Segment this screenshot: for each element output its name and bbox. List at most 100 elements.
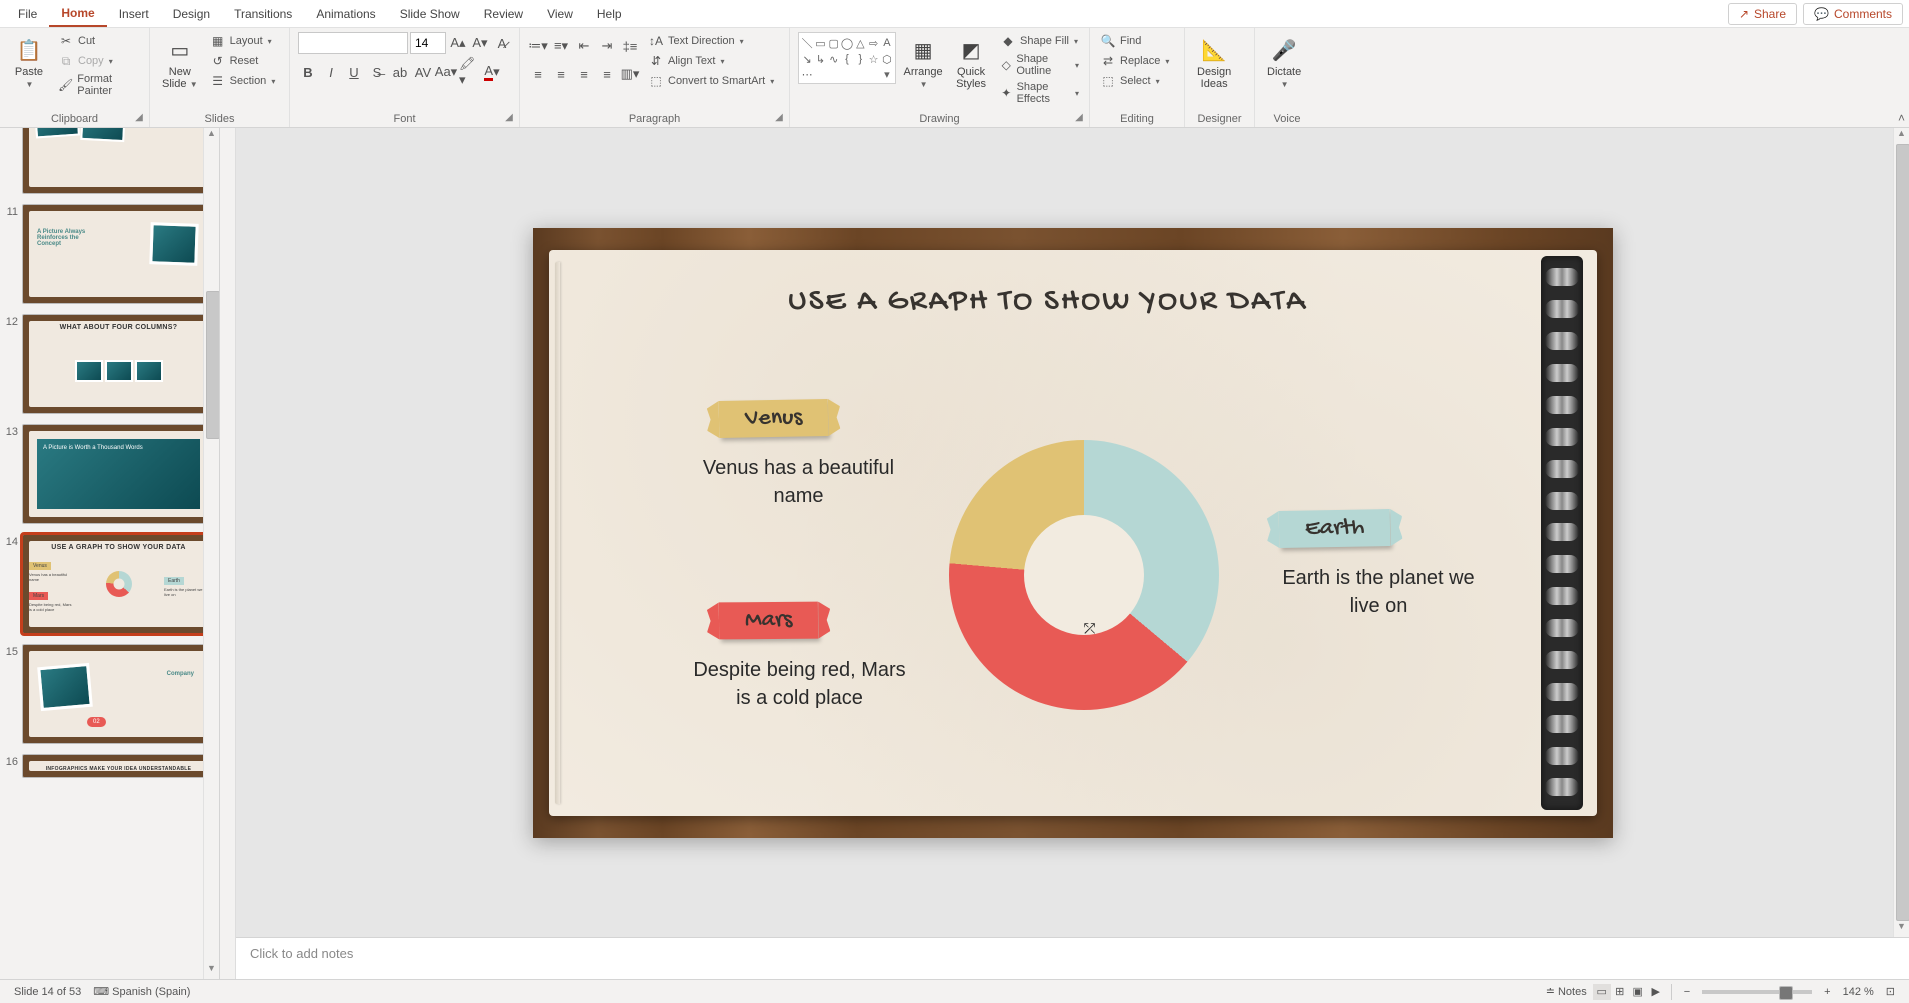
strikethrough-button[interactable]: S̶ [367,62,387,82]
columns-button[interactable]: ▥▾ [620,64,640,84]
thumbnail-scrollbar[interactable]: ▲ ▼ [203,128,219,979]
slide[interactable]: USE A GRAPH TO SHOW YOUR DATA Venus Venu… [533,228,1613,838]
venus-label-tape[interactable]: Venus [718,399,828,438]
splitter[interactable] [220,128,236,979]
increase-indent-button[interactable]: ⇥ [597,36,617,56]
tab-review[interactable]: Review [472,2,535,26]
tab-home[interactable]: Home [49,1,106,27]
donut-chart[interactable] [949,440,1219,710]
paragraph-dialog-launcher[interactable]: ◢ [772,110,786,124]
replace-button[interactable]: ⇄Replace▾ [1098,52,1171,70]
numbering-button[interactable]: ≡▾ [551,36,571,56]
fit-to-window-button[interactable]: ⊡ [1880,985,1901,998]
slide-editor[interactable]: USE A GRAPH TO SHOW YOUR DATA Venus Venu… [236,128,1909,937]
quick-styles-button[interactable]: ◩ Quick Styles [950,32,992,92]
decrease-indent-button[interactable]: ⇤ [574,36,594,56]
clear-formatting-button[interactable]: A̷ [492,33,512,53]
arrange-button[interactable]: ▦ Arrange▼ [902,32,944,92]
tab-design[interactable]: Design [161,2,222,26]
tab-slide-show[interactable]: Slide Show [388,2,472,26]
section-button[interactable]: ☰Section▾ [208,72,278,90]
font-color-button[interactable]: A▾ [482,62,502,82]
shadow-button[interactable]: ab [390,62,410,82]
slide-sorter-view-button[interactable]: ⊞ [1611,984,1629,1000]
justify-button[interactable]: ≡ [597,64,617,84]
tab-animations[interactable]: Animations [304,2,387,26]
tab-view[interactable]: View [535,2,585,26]
layout-button[interactable]: ▦Layout▾ [208,32,278,50]
convert-smartart-button[interactable]: ⬚Convert to SmartArt▾ [646,72,776,90]
share-button[interactable]: ↗Share [1728,3,1797,25]
scroll-up-icon[interactable]: ▲ [204,128,219,144]
highlight-button[interactable]: 🖍▾ [459,62,479,82]
reading-view-button[interactable]: ▣ [1629,984,1647,1000]
change-case-button[interactable]: Aa▾ [436,62,456,82]
decrease-font-button[interactable]: A▾ [470,33,490,53]
line-spacing-button[interactable]: ‡≡ [620,36,640,56]
mars-description[interactable]: Despite being red, Mars is a cold place [685,656,915,712]
cut-button[interactable]: ✂Cut [56,32,141,50]
copy-button[interactable]: ⧉Copy▾ [56,52,141,70]
scroll-up-icon[interactable]: ▲ [1894,128,1909,144]
scrollbar-thumb[interactable] [1896,144,1909,921]
tab-file[interactable]: File [6,2,49,26]
underline-button[interactable]: U [344,62,364,82]
slide-thumbnail-15[interactable]: Company 02 [22,644,215,744]
align-left-button[interactable]: ≡ [528,64,548,84]
collapse-ribbon-button[interactable]: ˄ [1898,111,1905,125]
venus-description[interactable]: Venus has a beautiful name [699,454,899,510]
select-button[interactable]: ⬚Select▾ [1098,72,1171,90]
notes-pane[interactable]: Click to add notes [236,937,1909,979]
align-text-button[interactable]: ⇵Align Text▾ [646,52,776,70]
gallery-expand-icon[interactable]: ▾ [881,67,893,81]
scrollbar-thumb[interactable] [206,291,220,438]
scroll-down-icon[interactable]: ▼ [1894,921,1909,937]
slide-thumbnail-13[interactable]: A Picture is Worth a Thousand Words [22,424,215,524]
earth-label-tape[interactable]: Earth [1278,509,1390,548]
zoom-slider[interactable] [1702,990,1812,994]
text-direction-button[interactable]: ↕AText Direction▾ [646,32,776,50]
canvas-scrollbar[interactable]: ▲ ▼ [1893,128,1909,937]
tab-insert[interactable]: Insert [107,2,161,26]
comments-button[interactable]: 💬Comments [1803,3,1903,25]
format-painter-button[interactable]: 🖌Format Painter [56,72,141,98]
italic-button[interactable]: I [321,62,341,82]
character-spacing-button[interactable]: AV [413,62,433,82]
slide-thumbnail-12[interactable]: WHAT ABOUT FOUR COLUMNS? [22,314,215,414]
drawing-dialog-launcher[interactable]: ◢ [1072,110,1086,124]
align-right-button[interactable]: ≡ [574,64,594,84]
language-status[interactable]: ⌨Spanish (Spain) [87,985,196,998]
slide-thumbnail-16[interactable]: INFOGRAPHICS MAKE YOUR IDEA UNDERSTANDAB… [22,754,215,778]
slide-counter[interactable]: Slide 14 of 53 [8,986,87,998]
slide-thumbnail-11[interactable]: A Picture Always Reinforces the Concept [22,204,215,304]
zoom-in-button[interactable]: + [1818,986,1836,998]
slide-title[interactable]: USE A GRAPH TO SHOW YOUR DATA [579,284,1517,322]
tab-help[interactable]: Help [585,2,634,26]
shape-fill-button[interactable]: ◆Shape Fill▾ [998,32,1081,50]
slideshow-view-button[interactable]: ▶ [1647,984,1665,1000]
slide-thumbnail-14[interactable]: USE A GRAPH TO SHOW YOUR DATA Venus Venu… [22,534,215,634]
zoom-level[interactable]: 142 % [1837,986,1880,998]
earth-description[interactable]: Earth is the planet we live on [1269,564,1489,620]
font-name-input[interactable] [298,32,408,54]
shape-effects-button[interactable]: ✦Shape Effects▾ [998,80,1081,106]
shape-outline-button[interactable]: ◇Shape Outline▾ [998,52,1081,78]
increase-font-button[interactable]: A▴ [448,33,468,53]
scroll-down-icon[interactable]: ▼ [204,963,219,979]
shapes-gallery[interactable]: ＼▭▢◯△⇨A ↘↳∿{}☆⬡ ⋯▾ [798,32,896,84]
tab-transitions[interactable]: Transitions [222,2,304,26]
design-ideas-button[interactable]: 📐 Design Ideas [1193,32,1235,92]
slide-thumbnail-10[interactable] [22,128,215,194]
normal-view-button[interactable]: ▭ [1593,984,1611,1000]
font-dialog-launcher[interactable]: ◢ [502,110,516,124]
align-center-button[interactable]: ≡ [551,64,571,84]
bullets-button[interactable]: ≔▾ [528,36,548,56]
clipboard-dialog-launcher[interactable]: ◢ [132,110,146,124]
dictate-button[interactable]: 🎤 Dictate▼ [1263,32,1305,92]
notes-toggle-button[interactable]: ≐Notes [1540,985,1593,998]
font-size-input[interactable] [410,32,446,54]
new-slide-button[interactable]: ▭ New Slide ▼ [158,32,202,92]
reset-button[interactable]: ↺Reset [208,52,278,70]
zoom-out-button[interactable]: − [1678,986,1696,998]
find-button[interactable]: 🔍Find [1098,32,1171,50]
